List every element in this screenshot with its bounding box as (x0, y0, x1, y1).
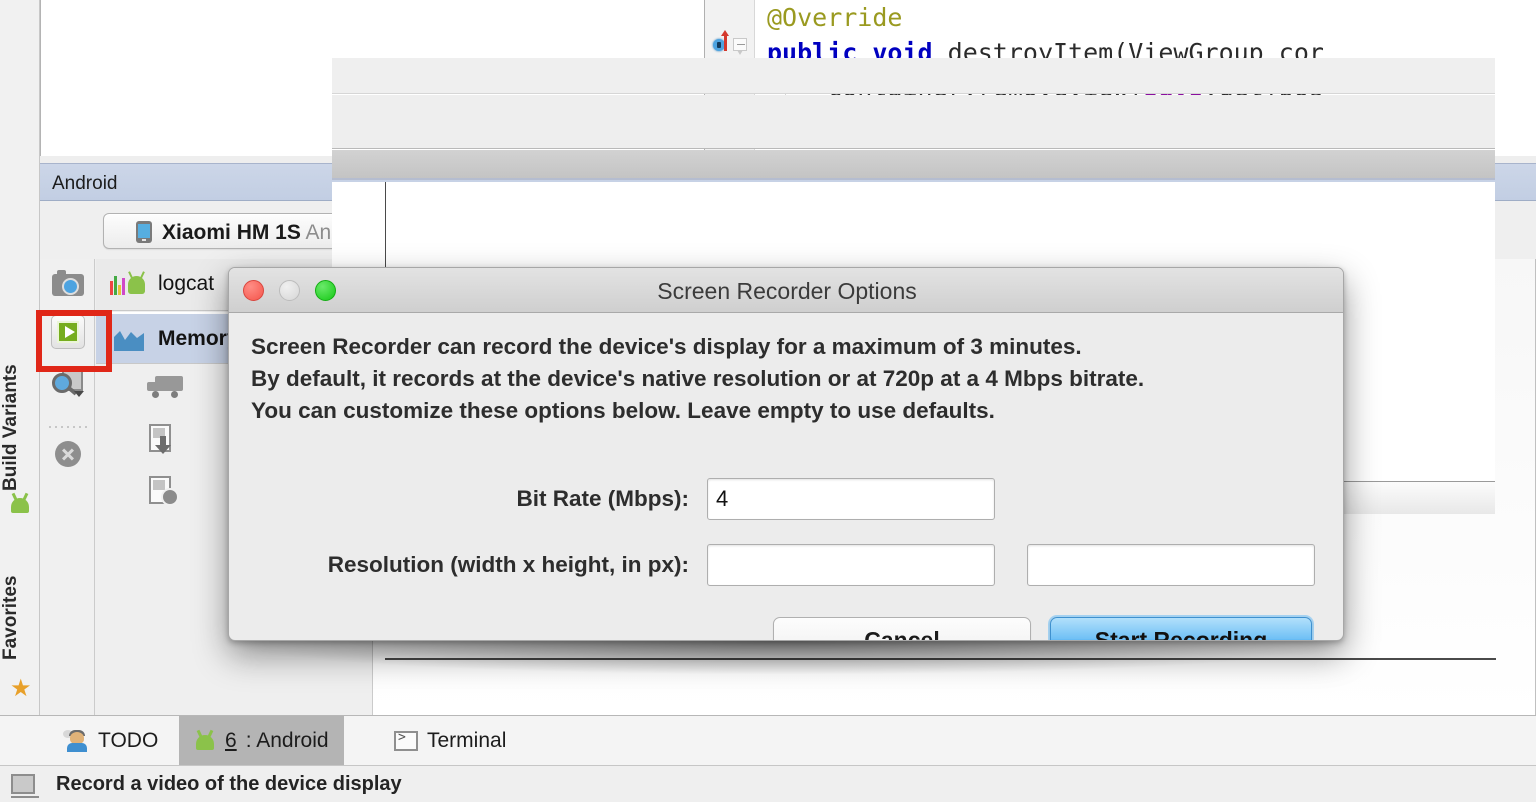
device-name: Xiaomi HM 1S (162, 221, 301, 244)
bottom-tab-terminal-label: Terminal (427, 728, 507, 752)
garbage-collect-button[interactable] (144, 366, 186, 408)
screen-capture-button[interactable] (49, 265, 87, 303)
tab-logcat-label: logcat (158, 272, 215, 295)
android-icon (194, 730, 216, 752)
dump-java-heap-icon (149, 424, 181, 454)
dialog-titlebar[interactable]: Screen Recorder Options (229, 268, 1343, 313)
memory-pane-toolbar-row (332, 58, 1495, 94)
bottom-tab-terminal[interactable]: Terminal (379, 716, 521, 765)
toolwindow-tab-bar: TODO 6 : Android Terminal (0, 715, 1536, 765)
description-line-1: Screen Recorder can record the device's … (251, 334, 1082, 359)
terminate-application-button[interactable] (49, 435, 87, 473)
memory-icon (114, 329, 144, 351)
bit-rate-field-row: Bit Rate (Mbps): (229, 478, 1343, 520)
start-allocation-tracking-icon (149, 476, 181, 506)
screen-recorder-options-dialog: Screen Recorder Options Screen Recorder … (228, 267, 1344, 641)
memory-pane-subtoolbar-row (332, 95, 1495, 149)
left-toolwindow-stripe: Build Variants Favorites ★ (0, 163, 40, 715)
app-window: @Override public void destroyItem(ViewGr… (0, 0, 1536, 802)
layout-inspector-icon (52, 369, 84, 399)
dialog-drop-shadow (222, 640, 1350, 674)
bottom-tab-todo[interactable]: TODO (50, 716, 173, 765)
bit-rate-label: Bit Rate (Mbps): (516, 486, 690, 511)
bottom-tab-todo-label: TODO (98, 728, 159, 752)
code-fold-collapse-icon[interactable] (733, 38, 747, 56)
garbage-collect-icon (147, 376, 183, 398)
annotation-highlight-box (36, 310, 112, 372)
start-allocation-tracking-button[interactable] (144, 470, 186, 512)
dialog-description: Screen Recorder can record the device's … (251, 331, 1331, 427)
memory-pane-divider-bar (332, 150, 1495, 180)
bottom-tab-android-number: 6 (225, 728, 237, 752)
breakpoint-marker-icon[interactable] (713, 30, 729, 52)
start-recording-button[interactable]: Start Recording (1050, 617, 1312, 640)
bottom-tab-android-label: : Android (245, 728, 329, 752)
description-line-3: You can customize these options below. L… (251, 398, 995, 423)
dump-java-heap-button[interactable] (144, 418, 186, 460)
android-toolwindow-title: Android (52, 173, 118, 194)
resolution-height-input[interactable] (1027, 544, 1315, 586)
sidebar-item-build-variants[interactable]: Build Variants (0, 338, 40, 518)
status-bar: Record a video of the device display (0, 765, 1536, 802)
tab-memory-label: Memory (158, 327, 239, 350)
code-annotation-override: @Override (767, 3, 903, 32)
phone-icon (136, 221, 152, 243)
description-line-2: By default, it records at the device's n… (251, 366, 1145, 391)
cancel-button[interactable]: Cancel (773, 617, 1031, 640)
editor-left-gutter-strip (0, 0, 40, 163)
terminal-icon (394, 730, 418, 751)
dialog-body: Screen Recorder can record the device's … (229, 313, 1343, 640)
todo-icon (63, 729, 89, 752)
dialog-button-row: Cancel Start Recording (229, 617, 1343, 640)
dialog-title: Screen Recorder Options (657, 278, 917, 304)
resolution-field-row: Resolution (width x height, in px): (229, 544, 1343, 586)
toolbar-separator (47, 425, 88, 429)
star-icon: ★ (10, 675, 32, 702)
camera-icon (52, 270, 84, 296)
terminate-icon (55, 441, 81, 467)
status-bar-message: Record a video of the device display (56, 773, 402, 795)
monitor-icon (11, 774, 39, 798)
resolution-width-input[interactable] (707, 544, 995, 586)
android-icon (9, 493, 31, 515)
logcat-icon (110, 273, 146, 297)
bottom-tab-android[interactable]: 6 : Android (179, 716, 344, 765)
memory-actions-column (136, 366, 196, 566)
resolution-label: Resolution (width x height, in px): (327, 552, 689, 577)
sidebar-item-favorites[interactable]: Favorites (0, 553, 40, 683)
bit-rate-input[interactable] (707, 478, 995, 520)
